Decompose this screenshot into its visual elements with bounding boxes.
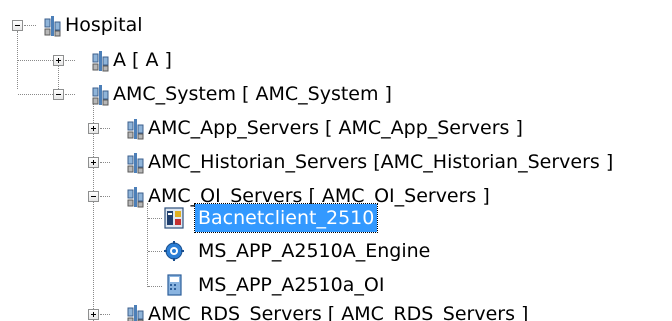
tree-node-label-hospital[interactable]: Hospital (62, 11, 146, 39)
tree-connector-line (148, 286, 162, 287)
engine-icon (164, 241, 184, 261)
tree-node-label-amc-historian-servers[interactable]: AMC_Historian_Servers [AMC_Historian_Ser… (145, 148, 616, 176)
collapse-toggle-amc-system[interactable] (53, 89, 64, 100)
tree-connector-line (18, 94, 53, 95)
area-icon (127, 305, 144, 321)
collapse-toggle-hospital[interactable] (12, 20, 23, 31)
tree-node-label-ms-app-a2510a-oi[interactable]: MS_APP_A2510a_OI (195, 271, 387, 299)
object-tree: Hospital A [ A ] AMC_System [ AMC_System… (0, 0, 672, 321)
tree-connector-line (148, 251, 162, 252)
tree-node-label-a[interactable]: A [ A ] (110, 46, 175, 74)
expand-toggle-amc-rds-servers[interactable] (88, 309, 99, 320)
tree-connector-line (65, 94, 75, 95)
tree-connector-line (58, 66, 59, 89)
tree-node-label-amc-rds-servers[interactable]: AMC_RDS_Servers [ AMC_RDS_Servers ] (145, 300, 531, 321)
tree-connector-line (100, 128, 110, 129)
area-icon (127, 153, 144, 174)
tree-node-label-ms-app-a2510a-engine[interactable]: MS_APP_A2510A_Engine (195, 237, 433, 265)
tree-connector-line (24, 25, 36, 26)
area-icon (127, 119, 144, 140)
tree-connector-line (100, 162, 110, 163)
tree-connector-line (100, 314, 110, 315)
device-icon (164, 207, 184, 229)
tree-connector-line (93, 101, 94, 321)
tree-connector-line (18, 60, 53, 61)
expand-toggle-amc-app-servers[interactable] (88, 123, 99, 134)
tree-node-label-bacnetclient-2510[interactable]: Bacnetclient_2510 (193, 203, 379, 233)
area-icon (44, 16, 61, 37)
tree-connector-line (65, 60, 75, 61)
expand-toggle-a[interactable] (53, 55, 64, 66)
tree-connector-line (147, 203, 148, 287)
expand-toggle-amc-historian-servers[interactable] (88, 157, 99, 168)
oi-object-icon (167, 274, 182, 296)
tree-node-label-amc-system[interactable]: AMC_System [ AMC_System ] (110, 80, 395, 108)
area-icon (92, 51, 109, 72)
tree-connector-line (148, 218, 162, 219)
tree-connector-line (100, 196, 110, 197)
area-icon (127, 187, 144, 208)
collapse-toggle-amc-oi-servers[interactable] (88, 191, 99, 202)
area-icon (92, 85, 109, 106)
tree-node-label-amc-app-servers[interactable]: AMC_App_Servers [ AMC_App_Servers ] (145, 114, 526, 142)
